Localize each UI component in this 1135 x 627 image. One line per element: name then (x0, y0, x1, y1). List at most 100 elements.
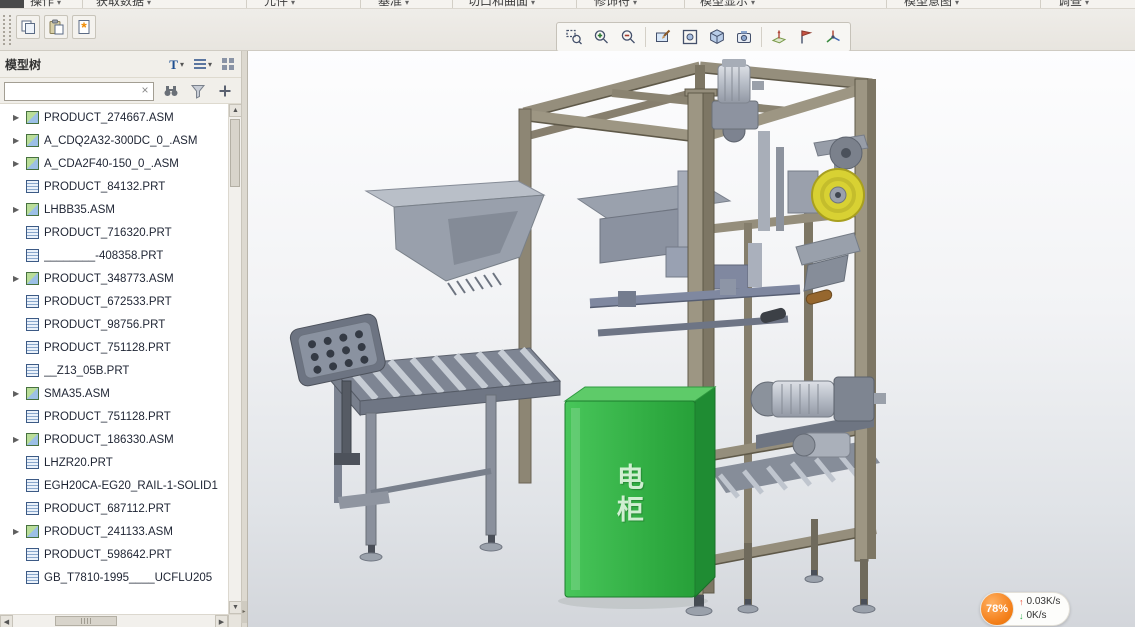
model-name: PRODUCT_84132.PRT (44, 180, 166, 193)
binoculars-icon (164, 85, 178, 96)
ribbon-group-model-display[interactable]: 模型显示 ▾ (700, 0, 755, 8)
tree-row[interactable]: ▶ GB_T7810-1995____UCFLU205 (0, 566, 228, 589)
network-monitor-overlay[interactable]: 78% ↑ 0.03K/s ↓ 0K/s (980, 592, 1071, 626)
graphics-area[interactable]: 电柜 (248, 51, 1135, 627)
display-style-button[interactable] (704, 25, 730, 49)
expand-arrow-icon[interactable]: ▶ (13, 274, 26, 283)
scroll-left-icon[interactable]: ◀ (0, 615, 13, 627)
clear-search-icon[interactable]: × (138, 83, 152, 97)
model-type-icon (26, 548, 39, 561)
model-type-icon (26, 249, 39, 262)
tree-row[interactable]: ▶ SMA35.ASM (0, 382, 228, 405)
panel-splitter[interactable]: ▸ (241, 51, 247, 627)
ribbon-group-investigate[interactable]: 调查 ▾ (1058, 0, 1089, 8)
zoom-in-button[interactable] (588, 25, 614, 49)
spin-center-button[interactable] (820, 25, 846, 49)
model-tree: ▶ PRODUCT_274667.ASM ▶ A_CDQ2A32-300DC_0… (0, 104, 241, 614)
tree-row[interactable]: ▶ PRODUCT_751128.PRT (0, 405, 228, 428)
expand-arrow-icon[interactable]: ▶ (13, 389, 26, 398)
duplicate-icon-button[interactable] (16, 15, 40, 39)
tree-row[interactable]: ▶ PRODUCT_274667.ASM (0, 106, 228, 129)
tree-row[interactable]: ▶ PRODUCT_241133.ASM (0, 520, 228, 543)
tree-row[interactable]: ▶ EGH20CA-EG20_RAIL-1-SOLID1 (0, 474, 228, 497)
clipboard-paste-icon-button[interactable] (44, 15, 68, 39)
scroll-track[interactable] (13, 615, 215, 627)
scroll-thumb[interactable] (55, 616, 117, 626)
zoom-out-button[interactable] (615, 25, 641, 49)
favorite-document-icon-button[interactable]: * (72, 15, 96, 39)
hopper-chute[interactable] (364, 180, 546, 296)
model-name: GB_T7810-1995____UCFLU205 (44, 571, 213, 584)
model-name: PRODUCT_751128.PRT (44, 410, 171, 423)
chevron-down-icon: ▾ (57, 0, 62, 7)
chevron-down-icon: ▾ (291, 0, 296, 7)
usage-badge[interactable]: 78% (980, 592, 1014, 626)
tree-row[interactable]: ▶ PRODUCT_186330.ASM (0, 428, 228, 451)
ribbon-group-modifiers[interactable]: 修饰符 ▾ (594, 0, 638, 8)
zoom-box-button[interactable] (561, 25, 587, 49)
ribbon-group-datum[interactable]: 基准 ▾ (378, 0, 409, 8)
ribbon-group-model-intent[interactable]: 模型意图 ▾ (904, 0, 959, 8)
tree-row[interactable]: ▶ A_CDA2F40-150_0_.ASM (0, 152, 228, 175)
model-name: A_CDA2F40-150_0_.ASM (44, 157, 179, 170)
upload-arrow-icon: ↑ (1019, 596, 1024, 607)
tree-row[interactable]: ▶ PRODUCT_98756.PRT (0, 313, 228, 336)
tree-row[interactable]: ▶ LHBB35.ASM (0, 198, 228, 221)
tree-display-options-button[interactable]: ▾ (192, 54, 214, 74)
tree-row[interactable]: ▶ PRODUCT_716320.PRT (0, 221, 228, 244)
tree-search-input[interactable] (4, 81, 154, 101)
model-type-icon (26, 295, 39, 308)
flag-icon (801, 30, 813, 44)
tree-vertical-scrollbar[interactable]: ▲ ▼ (228, 104, 241, 614)
saved-orientations-button[interactable] (731, 25, 757, 49)
tree-horizontal-scrollbar[interactable]: ◀ ▶ (0, 614, 241, 627)
tree-settings-button[interactable] (220, 54, 236, 74)
add-column-button[interactable] (215, 81, 235, 101)
tree-row[interactable]: ▶ PRODUCT_598642.PRT (0, 543, 228, 566)
model-type-icon (26, 203, 39, 216)
model-name: ________-408358.PRT (44, 249, 164, 262)
cabinet-label: 电柜 (613, 463, 643, 527)
chevron-down-icon: ▾ (633, 0, 638, 7)
model-type-icon (26, 318, 39, 331)
tree-row[interactable]: ▶ ________-408358.PRT (0, 244, 228, 267)
expand-arrow-icon[interactable]: ▶ (13, 113, 26, 122)
camera-icon (737, 31, 751, 43)
tree-row[interactable]: ▶ PRODUCT_672533.PRT (0, 290, 228, 313)
tree-row[interactable]: ▶ __Z13_05B.PRT (0, 359, 228, 382)
tree-row[interactable]: ▶ A_CDQ2A32-300DC_0_.ASM (0, 129, 228, 152)
scroll-down-icon[interactable]: ▼ (229, 601, 241, 614)
scroll-track[interactable] (229, 117, 241, 601)
scrollbar-corner (228, 615, 241, 627)
panel-collapse-icon[interactable]: ▸ (241, 601, 247, 623)
ribbon-group-component[interactable]: 元件 ▾ (264, 0, 296, 8)
expand-arrow-icon[interactable]: ▶ (13, 527, 26, 536)
tree-filter-button[interactable]: T ▾ (167, 54, 186, 74)
axes-icon (826, 30, 840, 43)
expand-arrow-icon[interactable]: ▶ (13, 435, 26, 444)
tree-row[interactable]: ▶ PRODUCT_84132.PRT (0, 175, 228, 198)
scroll-thumb[interactable] (230, 119, 240, 187)
find-in-tree-button[interactable] (161, 81, 181, 101)
repaint-button[interactable] (650, 25, 676, 49)
datum-display-button[interactable] (766, 25, 792, 49)
expand-arrow-icon[interactable]: ▶ (13, 159, 26, 168)
ribbon-group-operations[interactable]: 操作 ▾ (30, 0, 62, 8)
ribbon-group-cut-surface[interactable]: 切口和曲面 ▾ (468, 0, 535, 8)
model-name: LHZR20.PRT (44, 456, 113, 469)
refit-button[interactable] (677, 25, 703, 49)
tree-row[interactable]: ▶ PRODUCT_751128.PRT (0, 336, 228, 359)
scroll-up-icon[interactable]: ▲ (229, 104, 241, 117)
tree-filters-button[interactable] (188, 81, 208, 101)
expand-arrow-icon[interactable]: ▶ (13, 136, 26, 145)
starred-doc-icon: * (78, 19, 90, 35)
tree-row[interactable]: ▶ LHZR20.PRT (0, 451, 228, 474)
annotation-display-button[interactable] (793, 25, 819, 49)
expand-arrow-icon[interactable]: ▶ (13, 205, 26, 214)
ribbon-group-get-data[interactable]: 获取数据 ▾ (96, 0, 151, 8)
tree-row[interactable]: ▶ PRODUCT_348773.ASM (0, 267, 228, 290)
toolbar-grip[interactable] (3, 15, 11, 45)
scroll-right-icon[interactable]: ▶ (215, 615, 228, 627)
tree-row[interactable]: ▶ PRODUCT_687112.PRT (0, 497, 228, 520)
download-arrow-icon: ↓ (1019, 610, 1024, 621)
